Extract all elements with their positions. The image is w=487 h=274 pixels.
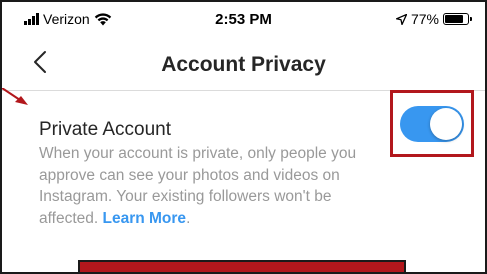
location-arrow-icon	[395, 13, 407, 25]
learn-more-link[interactable]: Learn More	[103, 210, 187, 227]
battery-percent: 77%	[410, 11, 439, 27]
phone-screenshot: Verizon 2:53 PM 77% Account Privacy Priv…	[0, 0, 487, 274]
page-title: Account Privacy	[161, 53, 326, 76]
status-right: 77%	[395, 11, 472, 27]
annotation-arrow-icon	[2, 88, 28, 105]
setting-description-text: When your account is private, only peopl…	[39, 145, 357, 227]
annotation-bar	[78, 260, 406, 272]
setting-description: When your account is private, only peopl…	[39, 143, 384, 229]
battery-fill	[445, 15, 464, 23]
nav-bar: Account Privacy	[2, 36, 485, 88]
toggle-knob	[430, 108, 462, 140]
battery-icon	[443, 13, 472, 25]
setting-title: Private Account	[39, 119, 172, 140]
status-bar: Verizon 2:53 PM 77%	[2, 2, 485, 36]
learn-more-suffix: .	[186, 209, 191, 227]
private-account-toggle[interactable]	[400, 106, 464, 142]
